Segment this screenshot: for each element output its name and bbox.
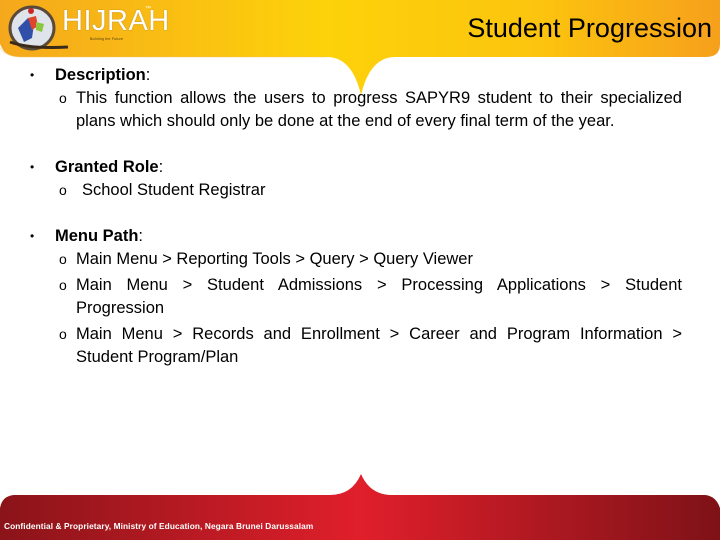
bullet-icon: •: [30, 229, 35, 243]
list-item: o Main Menu > Student Admissions > Proce…: [30, 274, 682, 320]
hijrah-emblem-icon: [8, 5, 68, 51]
logo-tagline: Building the Future: [90, 37, 124, 41]
logo-trademark: ™: [145, 6, 151, 12]
page-title: Student Progression: [467, 13, 712, 43]
list-item-text: Main Menu > Student Admissions > Process…: [76, 276, 682, 317]
list-item-text: Main Menu > Reporting Tools > Query > Qu…: [76, 250, 473, 268]
heading-label: Menu Path: [55, 227, 139, 245]
section-description: • Description: o This function allows th…: [30, 64, 682, 133]
section-granted-role: • Granted Role: o School Student Registr…: [30, 156, 682, 202]
list-item: o Main Menu > Reporting Tools > Query > …: [30, 248, 682, 271]
heading-colon: :: [138, 227, 144, 245]
circle-bullet-icon: o: [59, 182, 67, 198]
list-item: o School Student Registrar: [30, 179, 682, 202]
heading-label: Description: [55, 66, 146, 84]
bullet-icon: •: [30, 160, 35, 174]
list-item: o Main Menu > Records and Enrollment > C…: [30, 323, 682, 369]
circle-bullet-icon: o: [59, 326, 67, 342]
circle-bullet-icon: o: [59, 277, 67, 293]
circle-bullet-icon: o: [59, 90, 67, 106]
heading-colon: :: [145, 66, 151, 84]
list-item-text: School Student Registrar: [82, 181, 266, 199]
section-heading: • Description:: [30, 64, 682, 87]
bullet-icon: •: [30, 68, 35, 82]
section-heading: • Granted Role:: [30, 156, 682, 179]
list-item-text: This function allows the users to progre…: [76, 89, 682, 130]
list-item-text: Main Menu > Records and Enrollment > Car…: [76, 325, 682, 366]
hijrah-logo: HIJRAH ™ Building the Future: [4, 2, 169, 52]
heading-colon: :: [158, 158, 164, 176]
logo-wordmark: HIJRAH: [62, 5, 170, 37]
list-item: o This function allows the users to prog…: [30, 87, 682, 133]
slide-content: • Description: o This function allows th…: [30, 64, 682, 369]
section-heading: • Menu Path:: [30, 225, 682, 248]
circle-bullet-icon: o: [59, 251, 67, 267]
section-menu-path: • Menu Path: o Main Menu > Reporting Too…: [30, 225, 682, 369]
footer-confidential-text: Confidential & Proprietary, Ministry of …: [4, 521, 314, 531]
heading-label: Granted Role: [55, 158, 159, 176]
